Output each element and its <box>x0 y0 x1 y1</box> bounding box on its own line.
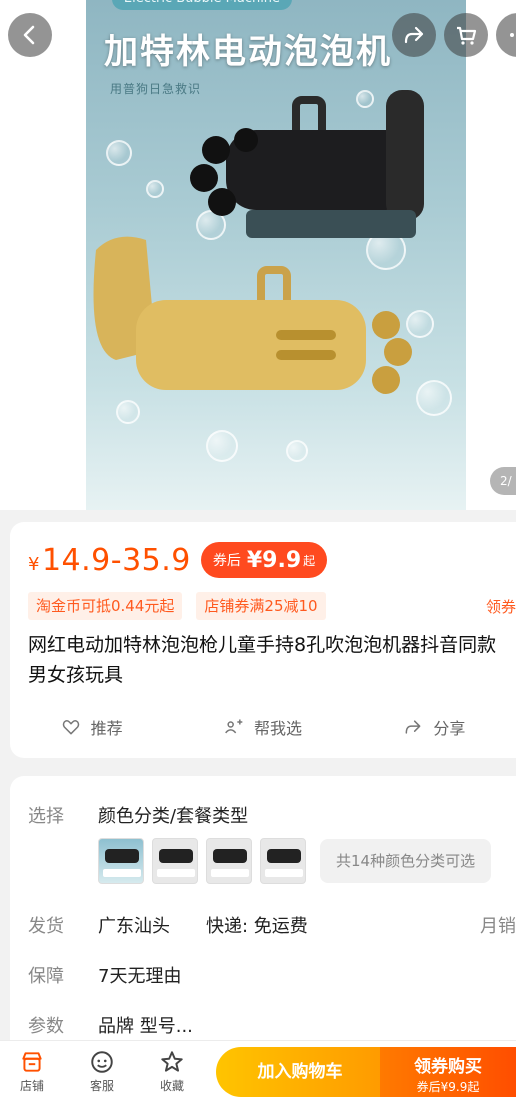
chevron-left-icon <box>23 25 35 45</box>
claim-coupon-link[interactable]: 领券 <box>486 596 516 617</box>
share-action-button[interactable]: 分享 <box>403 715 465 739</box>
bubble-decoration <box>416 380 452 416</box>
share-icon <box>405 720 421 734</box>
share-label: 分享 <box>433 719 466 738</box>
image-page-indicator: 2/ <box>490 467 516 495</box>
params-value: 品牌 型号... <box>98 1016 193 1037</box>
buy-label: 领券购买 <box>414 1057 482 1077</box>
bubble-decoration <box>286 440 308 462</box>
ship-method: 快递: 免运费 <box>206 916 308 937</box>
share-icon <box>404 26 424 44</box>
tab-customer-service[interactable]: 客服 <box>82 1049 122 1094</box>
share-button[interactable] <box>392 13 436 57</box>
store-icon <box>22 1052 42 1072</box>
promotion-row: 淘金币可抵0.44元起 店铺券满25减10 领券 <box>28 592 516 620</box>
price-range: ¥14.9-35.9 <box>28 543 191 578</box>
taojinbi-tag[interactable]: 淘金币可抵0.44元起 <box>28 592 183 620</box>
claim-and-buy-button[interactable]: 领券购买 券后¥9.9起 <box>380 1047 516 1097</box>
after-coupon-value: ¥9.9 <box>246 547 302 573</box>
chat-icon <box>91 1051 113 1073</box>
more-variants-button[interactable]: 共14种颜色分类可选 <box>320 839 492 883</box>
guarantee-value: 7天无理由 <box>98 966 182 987</box>
after-coupon-label: 券后 <box>212 553 241 569</box>
shipping-row[interactable]: 发货 广东汕头 快递: 免运费 月销 <box>28 912 516 938</box>
more-icon <box>510 33 514 37</box>
tab-favorite[interactable]: 收藏 <box>152 1049 192 1094</box>
price-card: ¥14.9-35.9 券后 ¥9.9 起 淘金币可抵0.44元起 店铺券满25减… <box>10 522 516 758</box>
cart-button[interactable] <box>444 13 488 57</box>
variant-thumbnail[interactable] <box>98 838 144 884</box>
hero-badge: Electric Bubble Machine <box>112 0 292 10</box>
tab-favorite-label: 收藏 <box>159 1079 184 1093</box>
product-photo[interactable]: Electric Bubble Machine 用普狗日急救识 <box>86 0 466 510</box>
recommend-button[interactable]: 推荐 <box>61 715 123 739</box>
recommend-label: 推荐 <box>90 719 123 738</box>
guarantee-label: 保障 <box>28 966 64 987</box>
variant-thumbnail[interactable] <box>152 838 198 884</box>
black-bubble-gun-image <box>190 90 424 238</box>
after-coupon-price-badge[interactable]: 券后 ¥9.9 起 <box>200 542 328 578</box>
select-label: 选择 <box>28 806 64 827</box>
bubble-decoration <box>206 430 238 462</box>
price-row: ¥14.9-35.9 券后 ¥9.9 起 <box>28 542 328 578</box>
variant-thumbnail[interactable] <box>206 838 252 884</box>
monthly-sales-label: 月销 <box>480 916 516 937</box>
help-choose-icon <box>225 719 243 734</box>
add-to-cart-button[interactable]: 加入购物车 <box>216 1047 384 1097</box>
thumbs-up-icon <box>62 720 79 735</box>
select-option-row[interactable]: 选择 颜色分类/套餐类型 <box>28 802 516 828</box>
star-icon <box>161 1051 183 1072</box>
guarantee-row[interactable]: 保障 7天无理由 <box>28 962 516 988</box>
social-action-row: 推荐 帮我选 分享 <box>10 712 516 742</box>
tab-store-label: 店铺 <box>19 1079 44 1093</box>
currency-symbol: ¥ <box>28 553 40 575</box>
cart-icon <box>457 26 477 45</box>
variant-thumbnail[interactable] <box>260 838 306 884</box>
bubble-decoration <box>106 140 132 166</box>
more-button[interactable] <box>496 13 516 57</box>
ship-from: 广东汕头 <box>98 916 170 937</box>
help-choose-label: 帮我选 <box>253 719 302 738</box>
tab-customer-service-label: 客服 <box>89 1079 114 1093</box>
back-button[interactable] <box>8 13 52 57</box>
bubble-decoration <box>146 180 164 198</box>
price-value: 14.9-35.9 <box>41 542 191 578</box>
help-choose-button[interactable]: 帮我选 <box>224 715 302 739</box>
tab-store[interactable]: 店铺 <box>12 1049 52 1094</box>
buy-sub-label: 券后¥9.9起 <box>416 1080 480 1094</box>
after-coupon-suffix: 起 <box>303 553 316 568</box>
ship-label: 发货 <box>28 916 64 937</box>
product-title: 网红电动加特林泡泡枪儿童手持8孔吹泡泡机器抖音同款男女孩玩具 <box>28 634 497 686</box>
variant-thumbnails: 共14种颜色分类可选 <box>98 838 492 884</box>
product-image-gallery[interactable]: Electric Bubble Machine 用普狗日急救识 <box>0 0 516 510</box>
select-value: 颜色分类/套餐类型 <box>98 806 249 827</box>
params-row[interactable]: 参数 品牌 型号... <box>28 1012 516 1038</box>
store-coupon-tag[interactable]: 店铺券满25减10 <box>196 592 326 620</box>
params-label: 参数 <box>28 1016 64 1037</box>
bottom-action-bar: 店铺 客服 收藏 加入购物车 领券购买 券后¥9.9起 <box>0 1040 516 1098</box>
hero-title: 加特林电动泡泡机 <box>104 32 392 72</box>
gold-bubble-gun-image <box>93 236 412 394</box>
